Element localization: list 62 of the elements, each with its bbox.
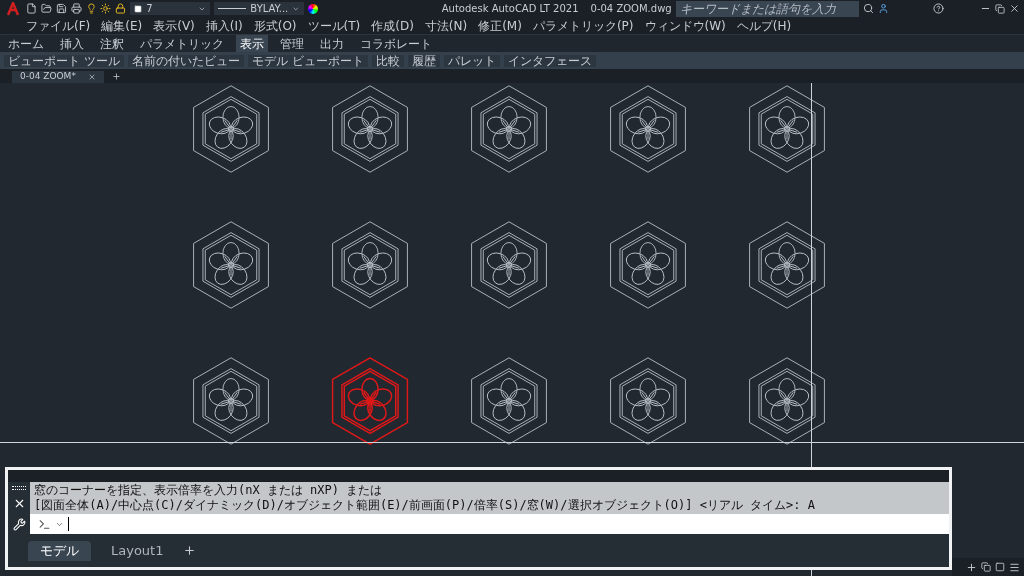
layer-dropdown[interactable]: 7 xyxy=(130,2,210,15)
ribbon-panel-title[interactable]: ビューポート ツール xyxy=(4,54,124,67)
menu-item[interactable]: ファイル(F) xyxy=(26,19,91,32)
terminal-icon[interactable] xyxy=(38,517,51,531)
ribbon-tab[interactable]: 注釈 xyxy=(96,35,128,52)
close-icon[interactable] xyxy=(1009,3,1020,14)
printer-icon[interactable] xyxy=(70,3,82,14)
folder-icon[interactable] xyxy=(40,3,52,14)
sun-icon[interactable] xyxy=(100,3,112,14)
ribbon-panel-title[interactable]: 名前の付いたビュー xyxy=(127,54,244,67)
command-history-line: 窓のコーナーを指定、表示倍率を入力(nX または nXP) または xyxy=(34,483,384,498)
window-title: Autodesk AutoCAD LT 2021 xyxy=(441,2,579,16)
menu-item[interactable]: 作成(D) xyxy=(371,19,414,32)
layout-tab[interactable]: Layout1 xyxy=(99,540,176,561)
menu-icon[interactable] xyxy=(1009,561,1020,573)
app-logo-icon[interactable] xyxy=(4,1,22,16)
menu-item[interactable]: 寸法(N) xyxy=(424,19,468,32)
lock-icon[interactable] xyxy=(115,3,127,14)
file-tab[interactable]: 0-04 ZOOM* xyxy=(12,71,104,83)
grip-icon[interactable] xyxy=(12,485,26,490)
new-file-icon[interactable] xyxy=(25,3,37,14)
new-tab-icon[interactable] xyxy=(111,72,121,81)
menu-item[interactable]: 編集(E) xyxy=(101,19,143,32)
close-tab-icon[interactable] xyxy=(87,73,96,81)
ribbon-panel-title[interactable]: 比較 xyxy=(371,54,404,67)
ribbon-panel-title[interactable]: モデル ビューポート xyxy=(247,54,368,67)
lightbulb-icon[interactable] xyxy=(85,3,97,14)
ribbon-panel-title[interactable]: パレット xyxy=(443,54,500,67)
restore-icon[interactable] xyxy=(995,3,1006,14)
menu-item[interactable]: パラメトリック(P) xyxy=(532,19,634,32)
user-icon[interactable] xyxy=(878,3,890,14)
menu-item[interactable]: ウィンドウ(W) xyxy=(644,19,726,32)
color-wheel-icon[interactable] xyxy=(307,3,318,14)
add-layout-icon[interactable] xyxy=(183,544,197,557)
search-icon[interactable] xyxy=(863,3,875,14)
ribbon-tab[interactable]: 挿入 xyxy=(56,35,88,52)
menu-item[interactable]: 形式(O) xyxy=(253,19,297,32)
menu-item[interactable]: ツール(T) xyxy=(307,19,361,32)
layout-tab[interactable]: モデル xyxy=(28,540,91,561)
ribbon-tab[interactable]: ホーム xyxy=(4,35,48,52)
help-icon[interactable] xyxy=(933,3,945,14)
ribbon-panel-title[interactable]: 履歴 xyxy=(407,54,440,67)
square-icon[interactable] xyxy=(995,562,1005,572)
menu-item[interactable]: 修正(M) xyxy=(478,19,522,32)
ribbon-tab[interactable]: パラメトリック xyxy=(136,35,228,52)
search-field[interactable]: キーワードまたは語句を入力 xyxy=(675,0,860,17)
layer-color-icon xyxy=(134,4,143,13)
plus-icon[interactable] xyxy=(966,561,977,573)
menu-item[interactable]: 表示(V) xyxy=(153,19,195,32)
ribbon-tab[interactable]: コラボレート xyxy=(356,35,436,52)
command-history-line: [図面全体(A)/中心点(C)/ダイナミック(D)/オブジェクト範囲(E)/前画面(P)/倍率(S)/窓(W)/選択オブジェクト(O)] <リアル タイム>: A xyxy=(34,498,815,513)
wrench-icon[interactable] xyxy=(12,517,26,531)
ribbon-tab[interactable]: 表示 xyxy=(236,35,268,52)
file-name: 0-04 ZOOM.dwg xyxy=(590,2,672,16)
linetype-dropdown[interactable]: BYLAY... xyxy=(213,2,304,15)
menu-item[interactable]: 挿入(I) xyxy=(205,19,243,32)
ribbon-tab[interactable]: 出力 xyxy=(316,35,348,52)
save-icon[interactable] xyxy=(55,3,67,14)
menu-item[interactable]: ヘルプ(H) xyxy=(736,19,792,32)
ribbon-tab[interactable]: 管理 xyxy=(276,35,308,52)
ribbon-panel-title[interactable]: インタフェース xyxy=(503,54,596,67)
caret-icon[interactable] xyxy=(292,4,300,13)
